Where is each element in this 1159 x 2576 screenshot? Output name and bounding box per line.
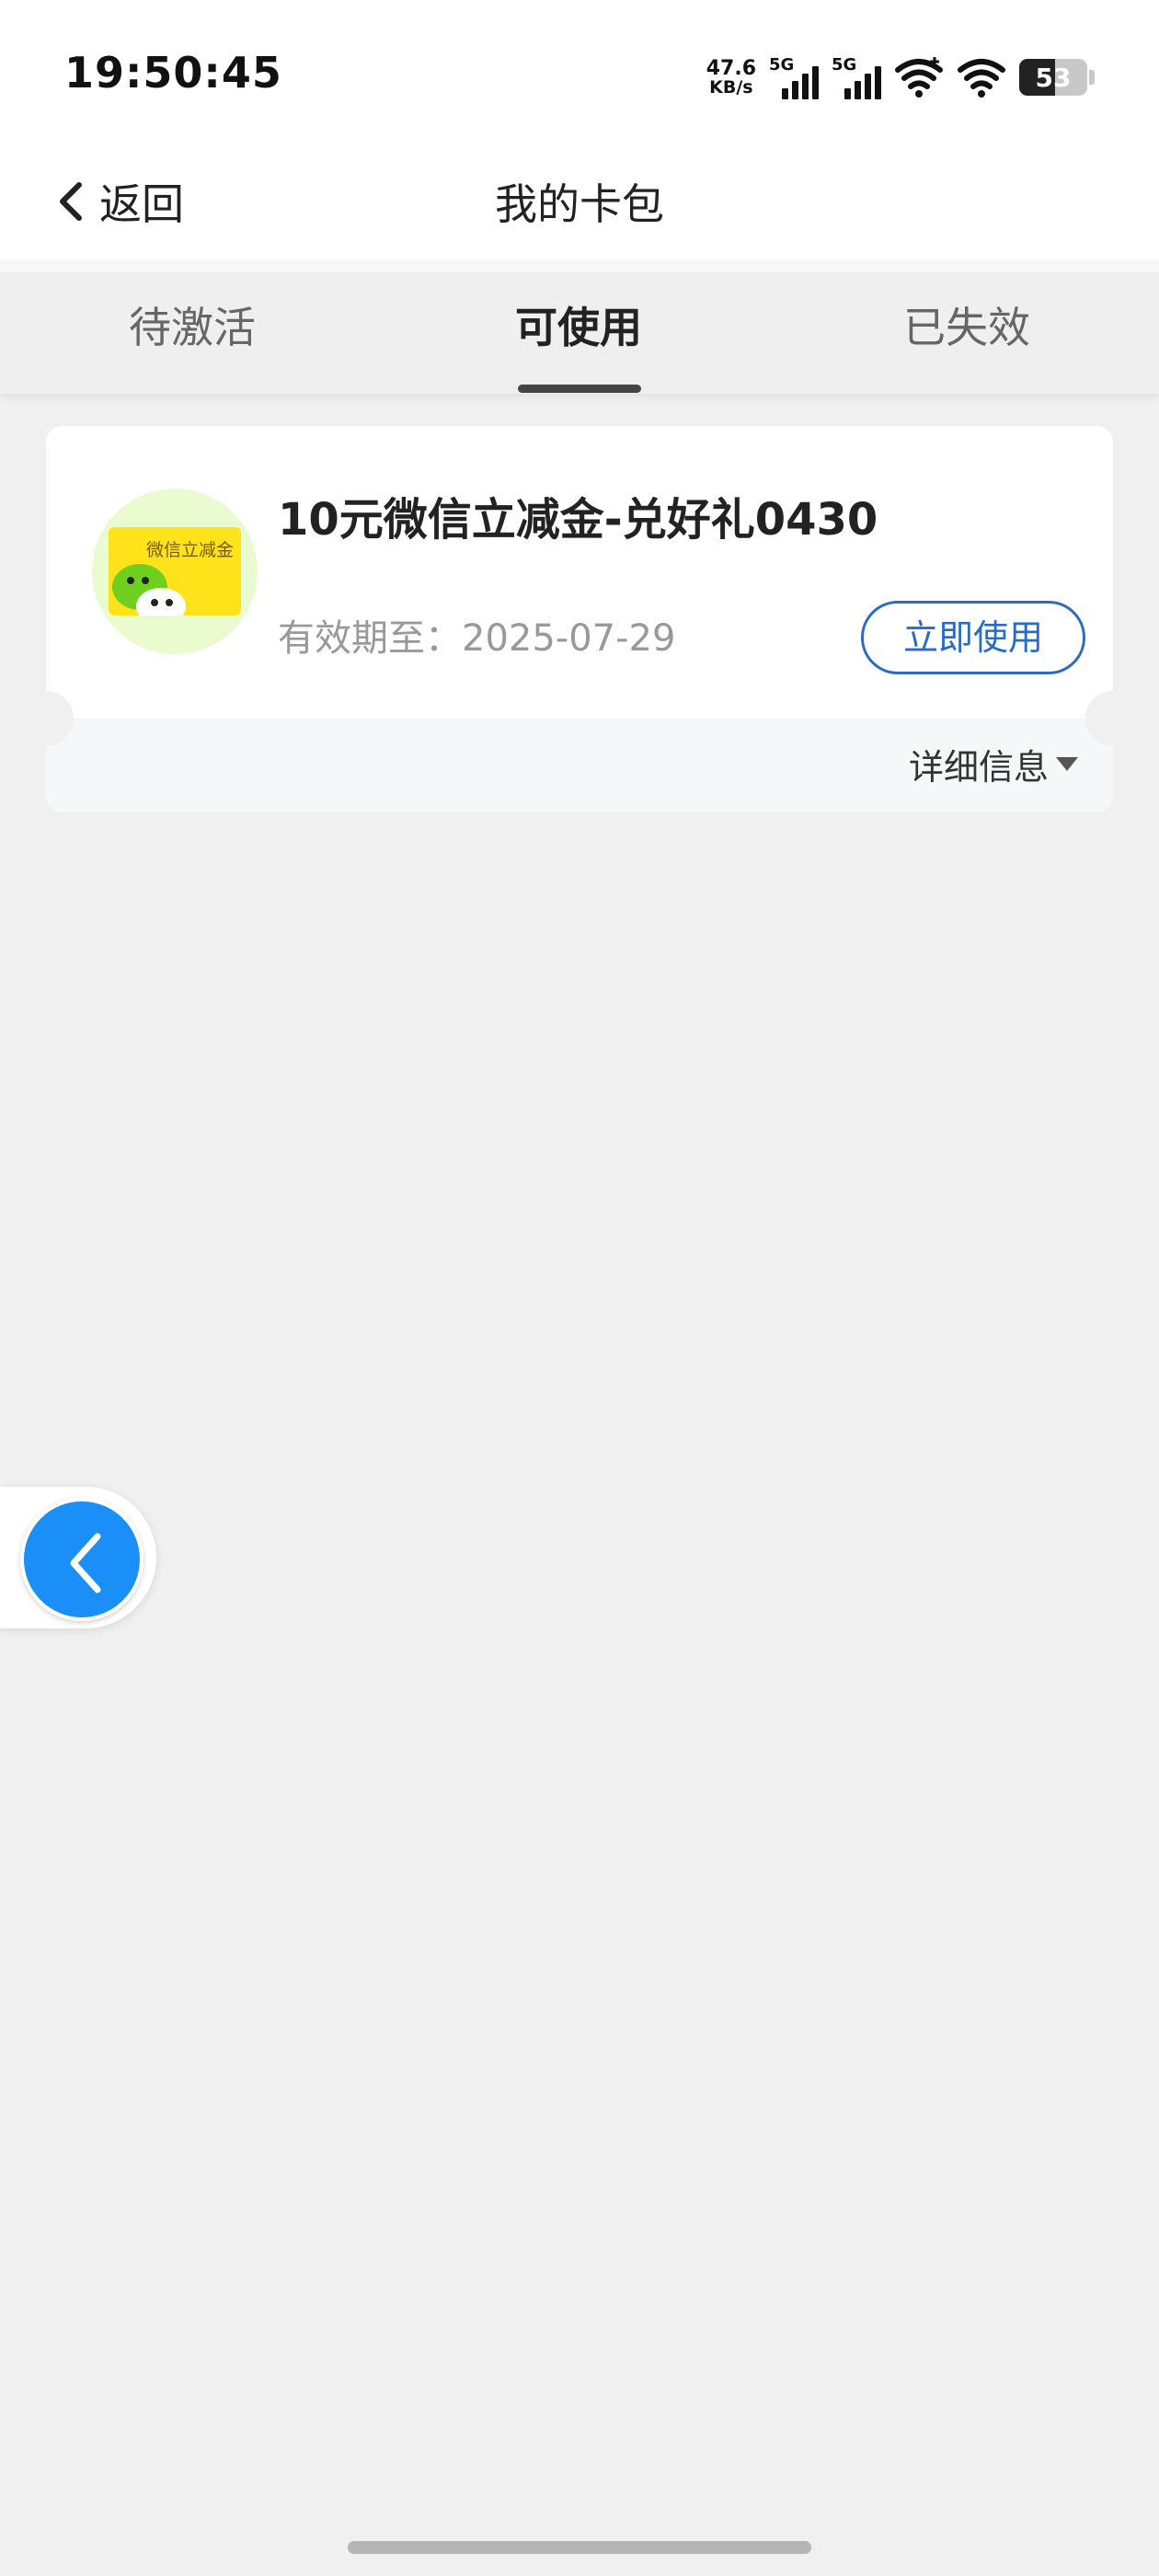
signal-icon: 5G bbox=[832, 53, 881, 101]
tab-bar: 待激活 可使用 已失效 bbox=[0, 272, 1159, 394]
coupon-card: 微信立减金 10元微信立减金-兑好礼0430 有效期至：2025-07-29 立… bbox=[46, 426, 1113, 812]
tab-indicator bbox=[518, 385, 641, 393]
status-bar: 19:50:45 47.6 KB/s 5G 5G 53 bbox=[0, 0, 1159, 147]
details-toggle[interactable]: 详细信息 bbox=[909, 739, 1078, 789]
network-speed-unit: KB/s bbox=[709, 76, 753, 98]
tab-pending[interactable]: 待激活 bbox=[129, 294, 256, 355]
coupon-thumbnail: 微信立减金 bbox=[92, 489, 258, 654]
coupon-title: 10元微信立减金-兑好礼0430 bbox=[278, 494, 878, 546]
battery-tip bbox=[1089, 70, 1095, 85]
battery-level: 53 bbox=[1035, 63, 1072, 93]
battery-icon: 53 bbox=[1019, 59, 1087, 96]
wechat-coupon-image: 微信立减金 bbox=[109, 527, 241, 615]
floating-back-button[interactable] bbox=[20, 1498, 143, 1621]
network-speed: 47.6 KB/s bbox=[706, 56, 756, 98]
signal-icon: 5G bbox=[769, 53, 819, 101]
wifi-icon bbox=[958, 59, 1005, 98]
caret-down-icon bbox=[1056, 757, 1078, 771]
screen: 19:50:45 47.6 KB/s 5G 5G 53 返回 我的卡包 待激活 … bbox=[0, 0, 1159, 2576]
nav-bar: 返回 我的卡包 bbox=[0, 147, 1159, 259]
thumbnail-label: 微信立减金 bbox=[145, 540, 234, 560]
home-indicator[interactable] bbox=[348, 2541, 811, 2554]
status-icons: 47.6 KB/s 5G 5G 53 bbox=[706, 52, 1095, 103]
coupon-expiry: 有效期至：2025-07-29 bbox=[278, 617, 676, 660]
coupon-card-body: 微信立减金 10元微信立减金-兑好礼0430 有效期至：2025-07-29 立… bbox=[46, 426, 1113, 719]
network-speed-value: 47.6 bbox=[706, 56, 756, 80]
floating-back-handle bbox=[0, 1487, 156, 1628]
divider bbox=[0, 259, 1159, 272]
wifi-plus-icon bbox=[895, 57, 943, 98]
status-time: 19:50:45 bbox=[64, 48, 282, 98]
tab-expired[interactable]: 已失效 bbox=[903, 294, 1030, 355]
tab-available[interactable]: 可使用 bbox=[515, 294, 642, 355]
details-label: 详细信息 bbox=[908, 747, 1049, 788]
page-title: 我的卡包 bbox=[495, 179, 664, 229]
chevron-left-icon bbox=[70, 1533, 101, 1593]
use-now-button[interactable]: 立即使用 bbox=[861, 601, 1085, 674]
